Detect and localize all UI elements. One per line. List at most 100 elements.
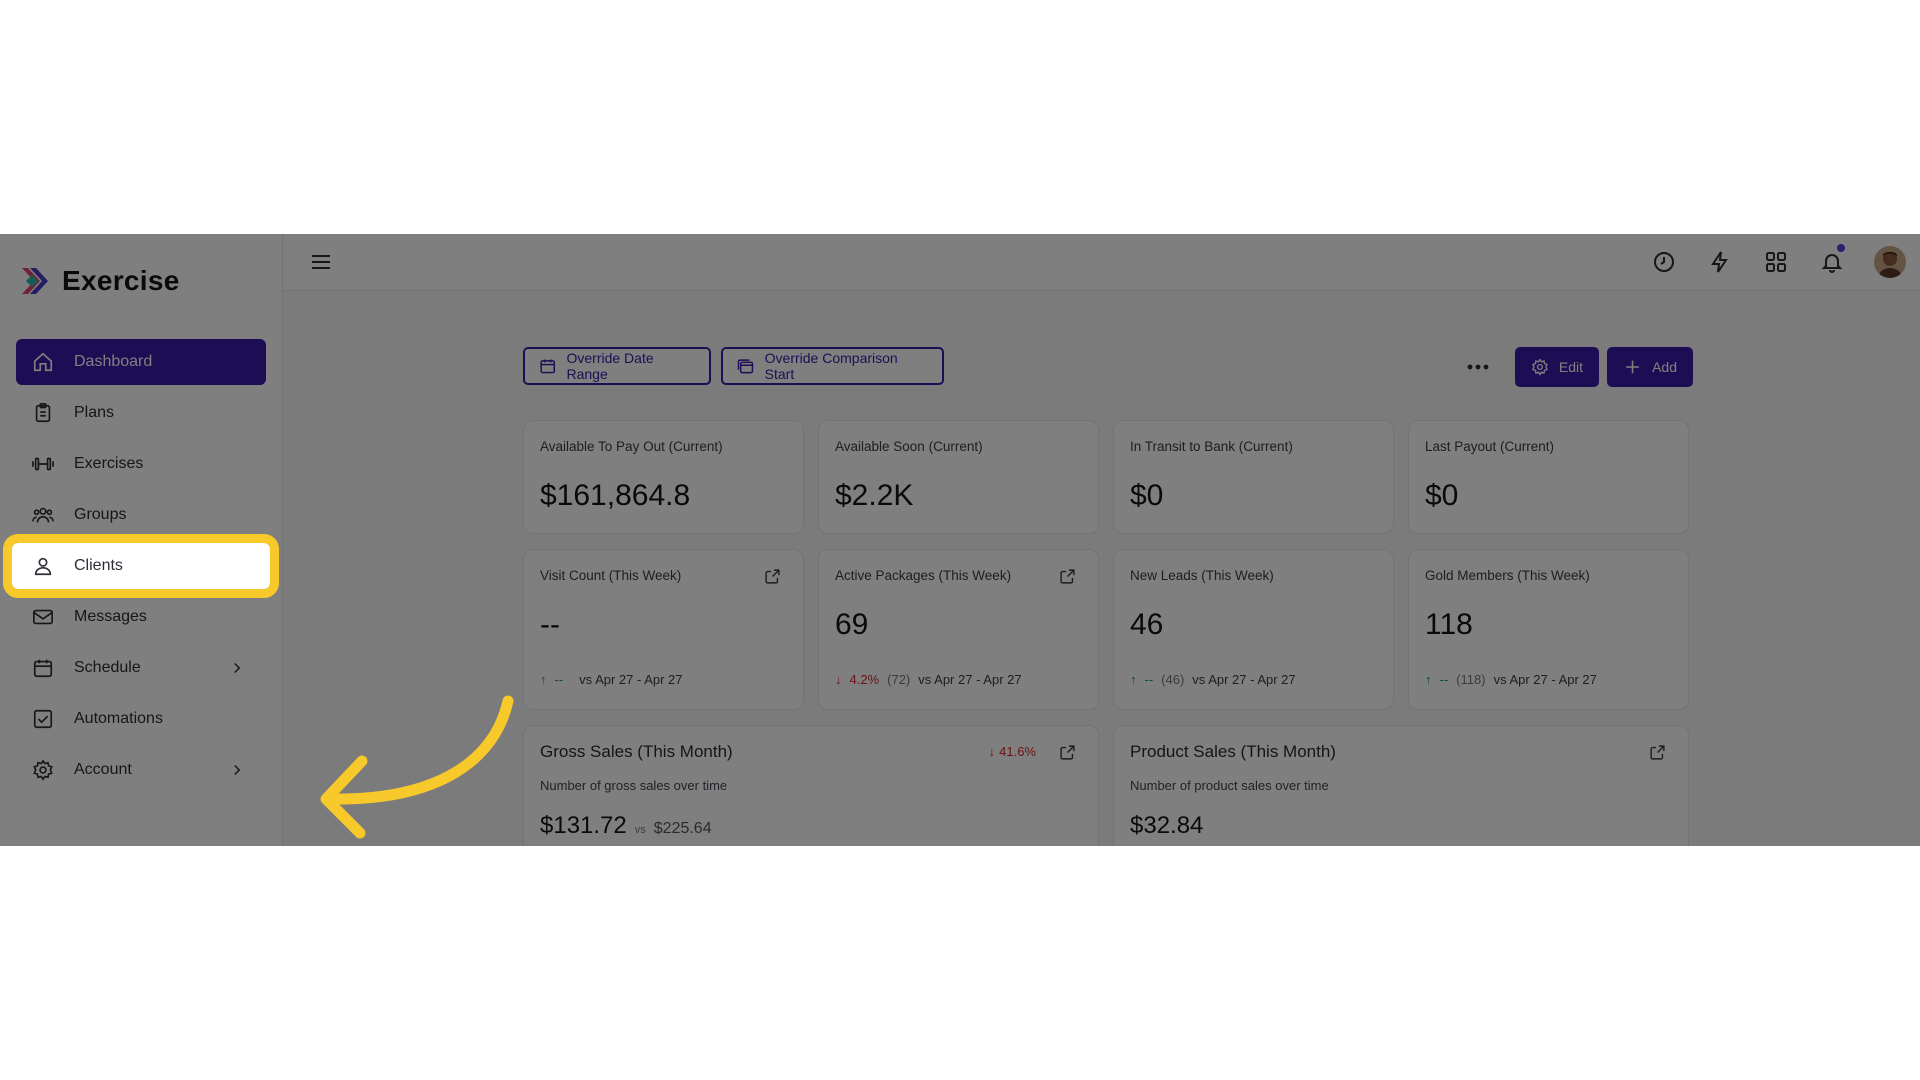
logo[interactable]: Exercise	[18, 264, 180, 298]
card-value: $32.84	[1130, 812, 1204, 839]
external-link-icon[interactable]	[764, 568, 781, 585]
stat-value: 69	[835, 608, 869, 641]
sidebar-item-exercises[interactable]: Exercises	[16, 441, 266, 487]
stat-range: vs Apr 27 - Apr 27	[1493, 672, 1597, 687]
sidebar-item-account[interactable]: Account	[16, 747, 266, 793]
arrow-up-icon: ↑	[1425, 672, 1432, 687]
stat-change: --	[554, 672, 564, 687]
stat-card[interactable]: New Leads (This Week) 46 ↑ -- (46) vs Ap…	[1113, 549, 1394, 710]
sidebar-item-label: Schedule	[74, 659, 141, 676]
stat-comparison: ↑ -- vs Apr 27 - Apr 27	[540, 672, 683, 687]
gross-sales-card[interactable]: Gross Sales (This Month) ↓ 41.6% Number …	[523, 725, 1099, 846]
gross-sales-change: ↓ 41.6%	[988, 744, 1036, 759]
stat-previous: (118)	[1456, 672, 1486, 687]
arrow-down-icon: ↓	[988, 744, 996, 759]
sidebar-item-label: Messages	[74, 608, 147, 625]
arrow-up-icon: ↑	[540, 672, 547, 687]
arrow-down-icon: ↓	[835, 672, 842, 687]
sidebar-item-dashboard[interactable]: Dashboard	[16, 339, 266, 385]
stat-card[interactable]: Active Packages (This Week) 69 ↓ 4.2% (7…	[818, 549, 1099, 710]
stat-range: vs Apr 27 - Apr 27	[579, 672, 683, 687]
stat-card[interactable]: Available To Pay Out (Current) $161,864.…	[523, 420, 804, 534]
card-value: $131.72 vs $225.64	[540, 812, 712, 839]
stat-value: $161,864.8	[540, 479, 691, 512]
stat-comparison: ↑ -- (118) vs Apr 27 - Apr 27	[1425, 672, 1597, 687]
sidebar-item-automations[interactable]: Automations	[16, 696, 266, 742]
sidebar-item-label: Groups	[74, 506, 127, 523]
grid-icon[interactable]	[1762, 248, 1790, 276]
stat-value: $0	[1425, 479, 1459, 512]
sidebar-item-label: Automations	[74, 710, 163, 727]
checkbox-icon	[32, 708, 54, 730]
stat-range: vs Apr 27 - Apr 27	[918, 672, 1022, 687]
stat-card[interactable]: Last Payout (Current) $0	[1408, 420, 1689, 534]
stat-card[interactable]: In Transit to Bank (Current) $0	[1113, 420, 1394, 534]
sidebar: Exercise Dashboard Plans Exercises Group…	[0, 234, 283, 846]
clock-icon[interactable]	[1650, 248, 1678, 276]
menu-icon[interactable]	[309, 250, 333, 274]
stat-previous: (72)	[887, 672, 911, 687]
stat-range: vs Apr 27 - Apr 27	[1192, 672, 1296, 687]
bell-icon[interactable]	[1818, 244, 1846, 276]
chevron-right-icon	[234, 662, 241, 674]
dumbbell-icon	[32, 453, 54, 475]
stat-title: New Leads (This Week)	[1130, 568, 1274, 583]
stat-title: Last Payout (Current)	[1425, 439, 1555, 454]
notification-dot	[1837, 244, 1845, 252]
card-subtitle: Number of product sales over time	[1130, 778, 1329, 793]
stat-change: --	[1144, 672, 1154, 687]
stat-card[interactable]: Gold Members (This Week) 118 ↑ -- (118) …	[1408, 549, 1689, 710]
stat-title: Visit Count (This Week)	[540, 568, 682, 583]
home-icon	[32, 351, 54, 373]
more-options-icon[interactable]	[1465, 355, 1491, 379]
gear-icon	[32, 759, 54, 781]
dashboard-main: Override Date Range Override Comparison …	[283, 291, 1920, 846]
stat-value: --	[540, 608, 560, 641]
stat-title: Available To Pay Out (Current)	[540, 439, 723, 454]
logo-mark-icon	[22, 268, 48, 294]
clipboard-icon	[32, 402, 54, 424]
sidebar-item-groups[interactable]: Groups	[16, 492, 266, 538]
avatar[interactable]	[1874, 246, 1906, 278]
sidebar-item-label: Account	[74, 761, 132, 778]
stat-title: In Transit to Bank (Current)	[1130, 439, 1293, 454]
product-sales-card[interactable]: Product Sales (This Month) Number of pro…	[1113, 725, 1689, 846]
stat-value: $2.2K	[835, 479, 914, 512]
external-link-icon[interactable]	[1059, 568, 1076, 585]
stat-card[interactable]: Visit Count (This Week) -- ↑ -- vs Apr 2…	[523, 549, 804, 710]
user-icon	[32, 555, 54, 577]
envelope-icon	[32, 606, 54, 628]
sidebar-item-schedule[interactable]: Schedule	[16, 645, 266, 691]
calendar-icon	[32, 657, 54, 679]
add-button[interactable]: Add	[1607, 347, 1693, 387]
lightning-icon[interactable]	[1706, 248, 1734, 276]
stat-comparison: ↓ 4.2% (72) vs Apr 27 - Apr 27	[835, 672, 1022, 687]
sidebar-item-label: Plans	[74, 404, 115, 421]
chevron-right-icon	[234, 764, 241, 776]
stat-card[interactable]: Available Soon (Current) $2.2K	[818, 420, 1099, 534]
stat-value: 46	[1130, 608, 1164, 641]
sidebar-item-clients[interactable]: Clients	[3, 534, 279, 598]
tutorial-arrow-icon	[320, 695, 514, 839]
external-link-icon[interactable]	[1059, 744, 1076, 761]
arrow-up-icon: ↑	[1130, 672, 1137, 687]
stat-title: Active Packages (This Week)	[835, 568, 1012, 583]
override-date-range-button[interactable]: Override Date Range	[523, 347, 711, 385]
override-comparison-start-button[interactable]: Override Comparison Start	[721, 347, 944, 385]
plus-icon	[1626, 360, 1639, 374]
external-link-icon[interactable]	[1649, 744, 1666, 761]
calendar-stack-icon	[737, 359, 754, 374]
card-subtitle: Number of gross sales over time	[540, 778, 728, 793]
edit-button[interactable]: Edit	[1515, 347, 1599, 387]
stat-previous: (46)	[1161, 672, 1185, 687]
sidebar-item-messages[interactable]: Messages	[16, 594, 266, 640]
action-bar: Override Date Range Override Comparison …	[523, 347, 1693, 387]
gear-icon	[1531, 358, 1548, 376]
sidebar-item-label: Clients	[74, 557, 123, 574]
users-icon	[32, 504, 54, 526]
sidebar-item-plans[interactable]: Plans	[16, 390, 266, 436]
stat-change: 4.2%	[849, 672, 880, 687]
topbar	[283, 234, 1920, 291]
app-name: Exercise	[62, 265, 180, 296]
app-window: Exercise Dashboard Plans Exercises Group…	[0, 234, 1920, 846]
